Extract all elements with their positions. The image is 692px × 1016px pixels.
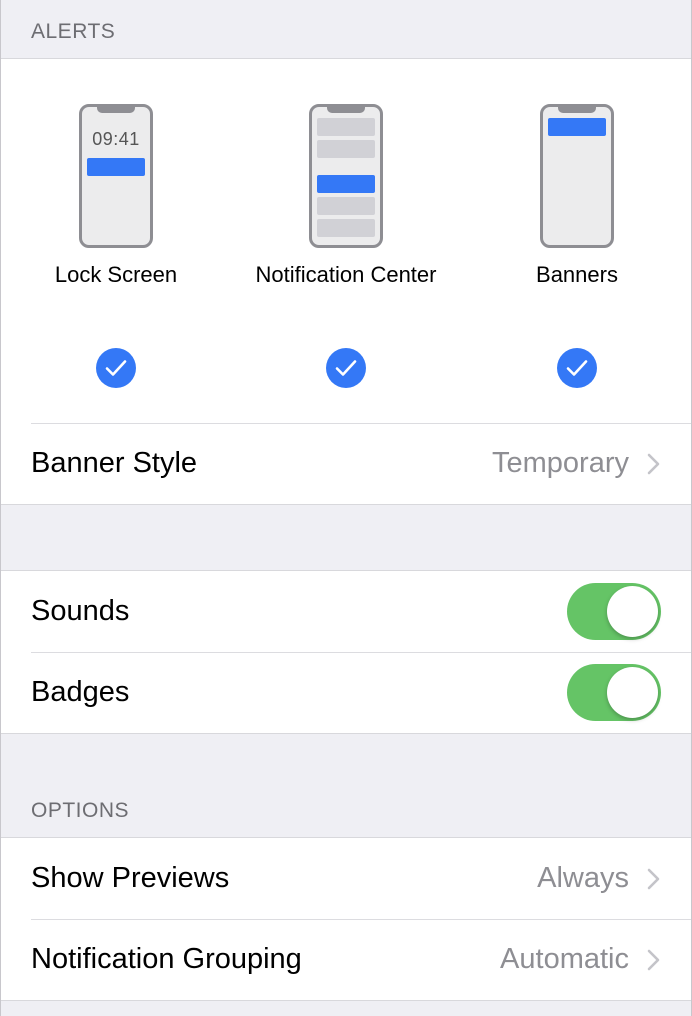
chevron-right-icon bbox=[647, 453, 661, 475]
notification-center-checkmark-icon[interactable] bbox=[326, 348, 366, 388]
banner-style-value: Temporary bbox=[492, 447, 629, 479]
chevron-right-icon bbox=[647, 868, 661, 890]
notification-bar-gray bbox=[317, 219, 375, 237]
notification-bar bbox=[548, 118, 606, 136]
chevron-right-icon bbox=[647, 949, 661, 971]
notification-grouping-label: Notification Grouping bbox=[31, 943, 302, 975]
notification-settings-screen: ALERTS 09:41 Lock Screen Notification Ce… bbox=[0, 0, 692, 1016]
options-section-header: OPTIONS bbox=[1, 734, 691, 837]
lock-screen-phone-icon: 09:41 bbox=[79, 104, 153, 248]
alerts-header-text: ALERTS bbox=[31, 20, 116, 43]
sound-badge-group: Sounds Badges bbox=[1, 570, 691, 734]
banners-checkmark-icon[interactable] bbox=[557, 348, 597, 388]
alert-option-banners[interactable]: Banners bbox=[462, 59, 691, 423]
show-previews-row[interactable]: Show Previews Always bbox=[1, 838, 691, 919]
banners-label: Banners bbox=[536, 262, 618, 287]
notification-center-phone-icon bbox=[309, 104, 383, 248]
notification-center-label: Notification Center bbox=[255, 262, 437, 287]
sounds-toggle[interactable] bbox=[567, 583, 661, 640]
notification-grouping-row[interactable]: Notification Grouping Automatic bbox=[1, 919, 691, 1000]
notification-bar-gray bbox=[317, 118, 375, 136]
badges-label: Badges bbox=[31, 676, 130, 708]
alerts-section-header: ALERTS bbox=[1, 0, 691, 58]
options-group: Show Previews Always Notification Groupi… bbox=[1, 837, 691, 1001]
sounds-row: Sounds bbox=[1, 571, 691, 652]
badges-toggle[interactable] bbox=[567, 664, 661, 721]
banner-style-row[interactable]: Banner Style Temporary bbox=[1, 423, 691, 504]
sounds-label: Sounds bbox=[31, 595, 130, 627]
alert-style-picker: 09:41 Lock Screen Notification Center Ba… bbox=[1, 59, 691, 423]
alert-option-lock-screen[interactable]: 09:41 Lock Screen bbox=[1, 59, 231, 423]
show-previews-value: Always bbox=[537, 862, 629, 894]
badges-row: Badges bbox=[1, 652, 691, 733]
notification-grouping-value: Automatic bbox=[500, 943, 629, 975]
lock-screen-label: Lock Screen bbox=[54, 262, 178, 287]
notification-bar-gray bbox=[317, 197, 375, 215]
alert-option-notification-center[interactable]: Notification Center bbox=[231, 59, 461, 423]
notification-bar bbox=[87, 158, 145, 176]
show-previews-label: Show Previews bbox=[31, 862, 230, 894]
notification-bar bbox=[317, 175, 375, 193]
lock-screen-clock: 09:41 bbox=[92, 129, 140, 149]
banners-phone-icon bbox=[540, 104, 614, 248]
options-header-text: OPTIONS bbox=[31, 799, 130, 822]
alerts-group: 09:41 Lock Screen Notification Center Ba… bbox=[1, 58, 691, 505]
lock-screen-checkmark-icon[interactable] bbox=[96, 348, 136, 388]
notification-bar-gray bbox=[317, 140, 375, 158]
banner-style-label: Banner Style bbox=[31, 447, 198, 479]
